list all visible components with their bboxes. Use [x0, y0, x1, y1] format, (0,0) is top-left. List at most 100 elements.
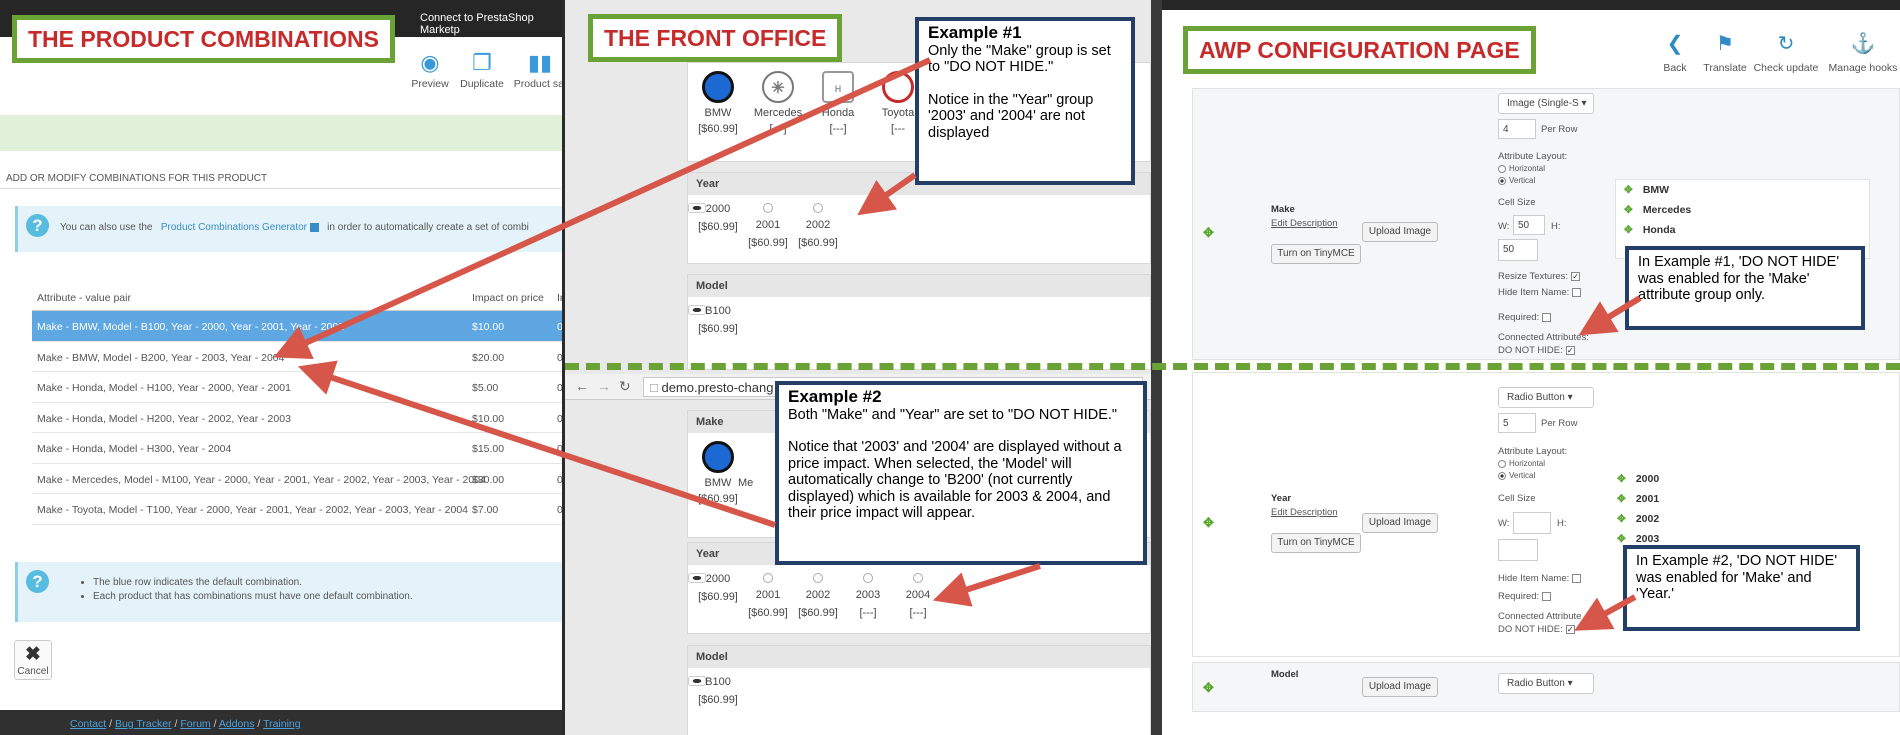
footer-link-forum[interactable]: Forum — [180, 718, 210, 730]
hide-item-name-field[interactable]: Hide Item Name: — [1498, 573, 1582, 584]
move-icon[interactable]: ✥ — [1203, 680, 1214, 696]
back-arrow-icon[interactable]: ← — [575, 378, 589, 394]
reload-icon[interactable]: ↻ — [619, 378, 631, 395]
make-option-mercedes[interactable]: ✳ Mercedes [---] — [748, 71, 808, 135]
footer-link-training[interactable]: Training — [263, 718, 301, 730]
select-value: Image (Single-S — [1507, 98, 1579, 109]
radio-selected[interactable] — [688, 573, 706, 583]
cell-width-input[interactable]: 50 — [1513, 215, 1545, 235]
resize-textures-field[interactable]: Resize Textures: ✓ — [1498, 271, 1581, 282]
upload-image-button[interactable]: Upload Image — [1362, 677, 1438, 697]
move-icon[interactable]: ✥ — [1624, 224, 1633, 236]
radio[interactable] — [1498, 459, 1506, 468]
cell-height-input[interactable]: 50 — [1498, 239, 1538, 261]
tinymce-button[interactable]: Turn on TinyMCE — [1271, 244, 1361, 264]
callout-note-1: In Example #1, 'DO NOT HIDE' was enabled… — [1625, 246, 1865, 330]
checkbox-checked[interactable]: ✓ — [1565, 624, 1575, 634]
list-item[interactable]: ✥ Honda — [1624, 224, 1675, 236]
make-option-bmw[interactable]: BMW [$60.99] — [688, 441, 748, 505]
checkbox-checked[interactable]: ✓ — [1565, 345, 1575, 355]
layout-horizontal-radio[interactable]: Horizontal — [1498, 459, 1545, 468]
move-icon[interactable]: ✥ — [1203, 515, 1214, 531]
marketplace-link[interactable]: Connect to PrestaShop Marketp — [420, 12, 565, 36]
check-update-button[interactable]: ↻ Check update — [1753, 30, 1819, 74]
do-not-hide-field[interactable]: DO NOT HIDE: ✓ — [1498, 624, 1575, 635]
per-row-input[interactable]: 4 — [1498, 119, 1536, 139]
checkbox[interactable] — [1572, 573, 1582, 583]
radio[interactable] — [863, 573, 873, 583]
tinymce-button[interactable]: Turn on TinyMCE — [1271, 533, 1361, 553]
radio[interactable] — [813, 573, 823, 583]
cell-width-input[interactable] — [1513, 512, 1551, 534]
list-item[interactable]: ✥ BMW — [1624, 184, 1669, 196]
checkbox[interactable] — [1572, 287, 1582, 297]
radio-selected[interactable] — [688, 676, 706, 686]
display-type-select[interactable]: Radio Button ▾ — [1498, 387, 1594, 408]
edit-description-link[interactable]: Edit Description — [1271, 507, 1338, 518]
per-row-input[interactable]: 5 — [1498, 413, 1536, 433]
table-row[interactable]: Make - Mercedes, Model - M100, Year - 20… — [32, 464, 565, 494]
move-icon[interactable]: ✥ — [1624, 184, 1633, 196]
make-option-honda[interactable]: H Honda [---] — [808, 71, 868, 135]
required-field[interactable]: Required: — [1498, 312, 1552, 323]
checkbox[interactable] — [1542, 312, 1552, 322]
move-icon[interactable]: ✥ — [1203, 225, 1214, 241]
table-row[interactable]: Make - Honda, Model - H300, Year - 2004 … — [32, 433, 565, 464]
year-option[interactable]: 2004 [---] — [888, 573, 948, 619]
checkbox[interactable] — [1542, 591, 1552, 601]
radio[interactable] — [913, 573, 923, 583]
list-item[interactable]: ✥ 2002 — [1617, 513, 1659, 525]
product-sales-button[interactable]: ▮▮ Product sal — [510, 48, 565, 90]
radio[interactable] — [763, 203, 773, 213]
footer-link-contact[interactable]: Contact — [70, 718, 106, 730]
list-item[interactable]: ✥ 2003 — [1617, 533, 1659, 545]
radio-selected[interactable] — [688, 203, 706, 213]
move-icon[interactable]: ✥ — [1617, 493, 1626, 505]
upload-image-button[interactable]: Upload Image — [1362, 513, 1438, 533]
radio[interactable] — [1498, 164, 1506, 173]
list-item[interactable]: ✥ 2001 — [1617, 493, 1659, 505]
model-option[interactable]: B100 [$60.99] — [688, 676, 748, 706]
display-type-select[interactable]: Image (Single-S ▾ — [1498, 93, 1594, 114]
table-row-default[interactable]: Make - BMW, Model - B100, Year - 2000, Y… — [32, 311, 565, 342]
cancel-button[interactable]: ✖ Cancel — [14, 640, 52, 680]
radio[interactable] — [763, 573, 773, 583]
footer-link-bug-tracker[interactable]: Bug Tracker — [115, 718, 172, 730]
table-row[interactable]: Make - Honda, Model - H100, Year - 2000,… — [32, 372, 565, 403]
radio[interactable] — [813, 203, 823, 213]
generator-link[interactable]: Product Combinations Generator — [161, 222, 307, 233]
move-icon[interactable]: ✥ — [1617, 513, 1626, 525]
cell-height-input[interactable] — [1498, 539, 1538, 561]
required-field[interactable]: Required: — [1498, 591, 1552, 602]
list-item[interactable]: ✥ Mercedes — [1624, 204, 1691, 216]
forward-arrow-icon[interactable]: → — [597, 378, 611, 394]
table-row[interactable]: Make - Honda, Model - H200, Year - 2002,… — [32, 403, 565, 433]
layout-vertical-radio[interactable]: Vertical — [1498, 176, 1535, 185]
make-option-bmw[interactable]: BMW [$60.99] — [688, 71, 748, 135]
move-icon[interactable]: ✥ — [1624, 204, 1633, 216]
hide-item-name-field[interactable]: Hide Item Name: — [1498, 287, 1582, 298]
move-icon[interactable]: ✥ — [1617, 533, 1626, 545]
move-icon[interactable]: ✥ — [1617, 473, 1626, 485]
do-not-hide-field[interactable]: DO NOT HIDE: ✓ — [1498, 345, 1575, 356]
footer-link-addons[interactable]: Addons — [219, 718, 255, 730]
display-type-select[interactable]: Radio Button ▾ — [1498, 673, 1594, 694]
layout-vertical-radio[interactable]: Vertical — [1498, 471, 1535, 480]
year-option[interactable]: 2002 [$60.99] — [788, 203, 848, 249]
preview-button[interactable]: ◉ Preview — [400, 48, 460, 90]
list-item[interactable]: ✥ 2000 — [1617, 473, 1659, 485]
model-option[interactable]: B100 [$60.99] — [688, 305, 748, 335]
radio-selected[interactable] — [1498, 176, 1506, 185]
translate-button[interactable]: ⚑ Translate — [1692, 30, 1758, 74]
duplicate-button[interactable]: ❐ Duplicate — [452, 48, 512, 90]
radio-selected[interactable] — [688, 305, 706, 315]
upload-image-button[interactable]: Upload Image — [1362, 222, 1438, 242]
table-row[interactable]: Make - BMW, Model - B200, Year - 2003, Y… — [32, 342, 565, 372]
edit-description-link[interactable]: Edit Description — [1271, 218, 1338, 229]
checkbox-checked[interactable]: ✓ — [1571, 271, 1581, 281]
table-row[interactable]: Make - Toyota, Model - T100, Year - 2000… — [32, 494, 565, 525]
radio-selected[interactable] — [1498, 471, 1506, 480]
layout-horizontal-radio[interactable]: Horizontal — [1498, 164, 1545, 173]
make-option-partial[interactable]: Me — [738, 477, 778, 489]
manage-hooks-button[interactable]: ⚓ Manage hooks — [1826, 30, 1900, 74]
